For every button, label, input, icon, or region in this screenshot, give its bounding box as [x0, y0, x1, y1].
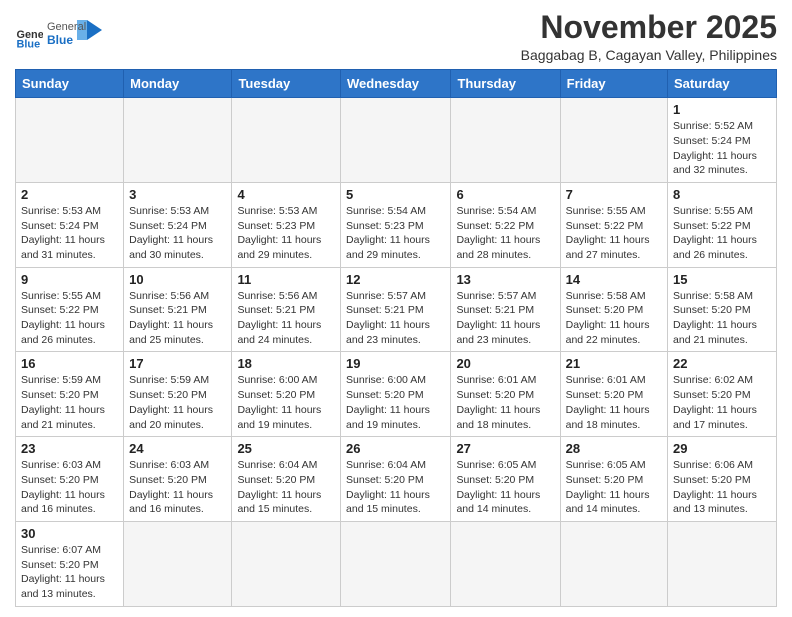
page-header: General Blue General Blue November 2025 … [15, 10, 777, 63]
day-number-23: 23 [21, 441, 118, 456]
day-number-19: 19 [346, 356, 445, 371]
day-info-1: Sunrise: 5:52 AMSunset: 5:24 PMDaylight:… [673, 119, 771, 178]
header-saturday: Saturday [668, 70, 777, 98]
header-sunday: Sunday [16, 70, 124, 98]
header-tuesday: Tuesday [232, 70, 341, 98]
day-info-14: Sunrise: 5:58 AMSunset: 5:20 PMDaylight:… [566, 289, 662, 348]
day-number-5: 5 [346, 187, 445, 202]
day-number-9: 9 [21, 272, 118, 287]
day-number-6: 6 [456, 187, 554, 202]
calendar-table: Sunday Monday Tuesday Wednesday Thursday… [15, 69, 777, 607]
logo: General Blue General Blue [15, 16, 117, 54]
day-number-25: 25 [237, 441, 335, 456]
day-number-11: 11 [237, 272, 335, 287]
month-title: November 2025 [521, 10, 777, 45]
day-info-12: Sunrise: 5:57 AMSunset: 5:21 PMDaylight:… [346, 289, 445, 348]
calendar-row-next: 9 Sunrise: 5:55 AMSunset: 5:22 PMDaylight… [16, 267, 777, 352]
day-number-7: 7 [566, 187, 662, 202]
day-number-17: 17 [129, 356, 226, 371]
day-number-21: 21 [566, 356, 662, 371]
day-number-16: 16 [21, 356, 118, 371]
day-info-25: Sunrise: 6:04 AMSunset: 5:20 PMDaylight:… [237, 458, 335, 517]
day-number-18: 18 [237, 356, 335, 371]
calendar-header-row: Sunday Monday Tuesday Wednesday Thursday… [16, 70, 777, 98]
day-info-11: Sunrise: 5:56 AMSunset: 5:21 PMDaylight:… [237, 289, 335, 348]
day-number-14: 14 [566, 272, 662, 287]
day-info-9: Sunrise: 5:55 AMSunset: 5:22 PMDaylight:… [21, 289, 118, 348]
logo-icon: General Blue [15, 21, 43, 49]
day-info-30: Sunrise: 6:07 AMSunset: 5:20 PMDaylight:… [21, 543, 118, 602]
day-info-27: Sunrise: 6:05 AMSunset: 5:20 PMDaylight:… [456, 458, 554, 517]
day-info-2: Sunrise: 5:53 AMSunset: 5:24 PMDaylight:… [21, 204, 118, 263]
day-number-12: 12 [346, 272, 445, 287]
location: Baggabag B, Cagayan Valley, Philippines [521, 47, 777, 63]
day-number-15: 15 [673, 272, 771, 287]
day-number-22: 22 [673, 356, 771, 371]
generalblue-logo-svg: General Blue [47, 16, 117, 54]
day-number-1: 1 [673, 102, 771, 117]
day-info-10: Sunrise: 5:56 AMSunset: 5:21 PMDaylight:… [129, 289, 226, 348]
day-number-8: 8 [673, 187, 771, 202]
day-number-4: 4 [237, 187, 335, 202]
day-number-2: 2 [21, 187, 118, 202]
day-info-13: Sunrise: 5:57 AMSunset: 5:21 PMDaylight:… [456, 289, 554, 348]
day-info-17: Sunrise: 5:59 AMSunset: 5:20 PMDaylight:… [129, 373, 226, 432]
day-info-19: Sunrise: 6:00 AMSunset: 5:20 PMDaylight:… [346, 373, 445, 432]
day-number-28: 28 [566, 441, 662, 456]
header-thursday: Thursday [451, 70, 560, 98]
svg-text:Blue: Blue [47, 33, 73, 47]
day-info-24: Sunrise: 6:03 AMSunset: 5:20 PMDaylight:… [129, 458, 226, 517]
title-area: November 2025 Baggabag B, Cagayan Valley… [521, 10, 777, 63]
day-info-4: Sunrise: 5:53 AMSunset: 5:23 PMDaylight:… [237, 204, 335, 263]
calendar-row-1: 1 Sunrise: 5:52 AMSunset: 5:24 PMDaylight… [16, 98, 777, 183]
calendar-row-next: 16 Sunrise: 5:59 AMSunset: 5:20 PMDayligh… [16, 352, 777, 437]
day-number-3: 3 [129, 187, 226, 202]
header-monday: Monday [124, 70, 232, 98]
day-info-18: Sunrise: 6:00 AMSunset: 5:20 PMDaylight:… [237, 373, 335, 432]
day-number-30: 30 [21, 526, 118, 541]
day-info-5: Sunrise: 5:54 AMSunset: 5:23 PMDaylight:… [346, 204, 445, 263]
day-number-29: 29 [673, 441, 771, 456]
day-info-28: Sunrise: 6:05 AMSunset: 5:20 PMDaylight:… [566, 458, 662, 517]
svg-text:General: General [47, 21, 86, 33]
day-info-8: Sunrise: 5:55 AMSunset: 5:22 PMDaylight:… [673, 204, 771, 263]
day-number-27: 27 [456, 441, 554, 456]
calendar-row-next: 2 Sunrise: 5:53 AMSunset: 5:24 PMDaylight… [16, 182, 777, 267]
calendar-row-next: 30 Sunrise: 6:07 AMSunset: 5:20 PMDayligh… [16, 521, 777, 606]
day-info-3: Sunrise: 5:53 AMSunset: 5:24 PMDaylight:… [129, 204, 226, 263]
day-info-7: Sunrise: 5:55 AMSunset: 5:22 PMDaylight:… [566, 204, 662, 263]
day-info-21: Sunrise: 6:01 AMSunset: 5:20 PMDaylight:… [566, 373, 662, 432]
header-wednesday: Wednesday [341, 70, 451, 98]
calendar-row-next: 23 Sunrise: 6:03 AMSunset: 5:20 PMDayligh… [16, 437, 777, 522]
day-number-13: 13 [456, 272, 554, 287]
day-info-15: Sunrise: 5:58 AMSunset: 5:20 PMDaylight:… [673, 289, 771, 348]
day-info-6: Sunrise: 5:54 AMSunset: 5:22 PMDaylight:… [456, 204, 554, 263]
day-info-20: Sunrise: 6:01 AMSunset: 5:20 PMDaylight:… [456, 373, 554, 432]
day-info-22: Sunrise: 6:02 AMSunset: 5:20 PMDaylight:… [673, 373, 771, 432]
day-number-10: 10 [129, 272, 226, 287]
day-info-16: Sunrise: 5:59 AMSunset: 5:20 PMDaylight:… [21, 373, 118, 432]
header-friday: Friday [560, 70, 667, 98]
day-number-24: 24 [129, 441, 226, 456]
day-number-20: 20 [456, 356, 554, 371]
day-info-26: Sunrise: 6:04 AMSunset: 5:20 PMDaylight:… [346, 458, 445, 517]
svg-text:Blue: Blue [17, 38, 41, 49]
day-info-23: Sunrise: 6:03 AMSunset: 5:20 PMDaylight:… [21, 458, 118, 517]
day-number-26: 26 [346, 441, 445, 456]
day-info-29: Sunrise: 6:06 AMSunset: 5:20 PMDaylight:… [673, 458, 771, 517]
